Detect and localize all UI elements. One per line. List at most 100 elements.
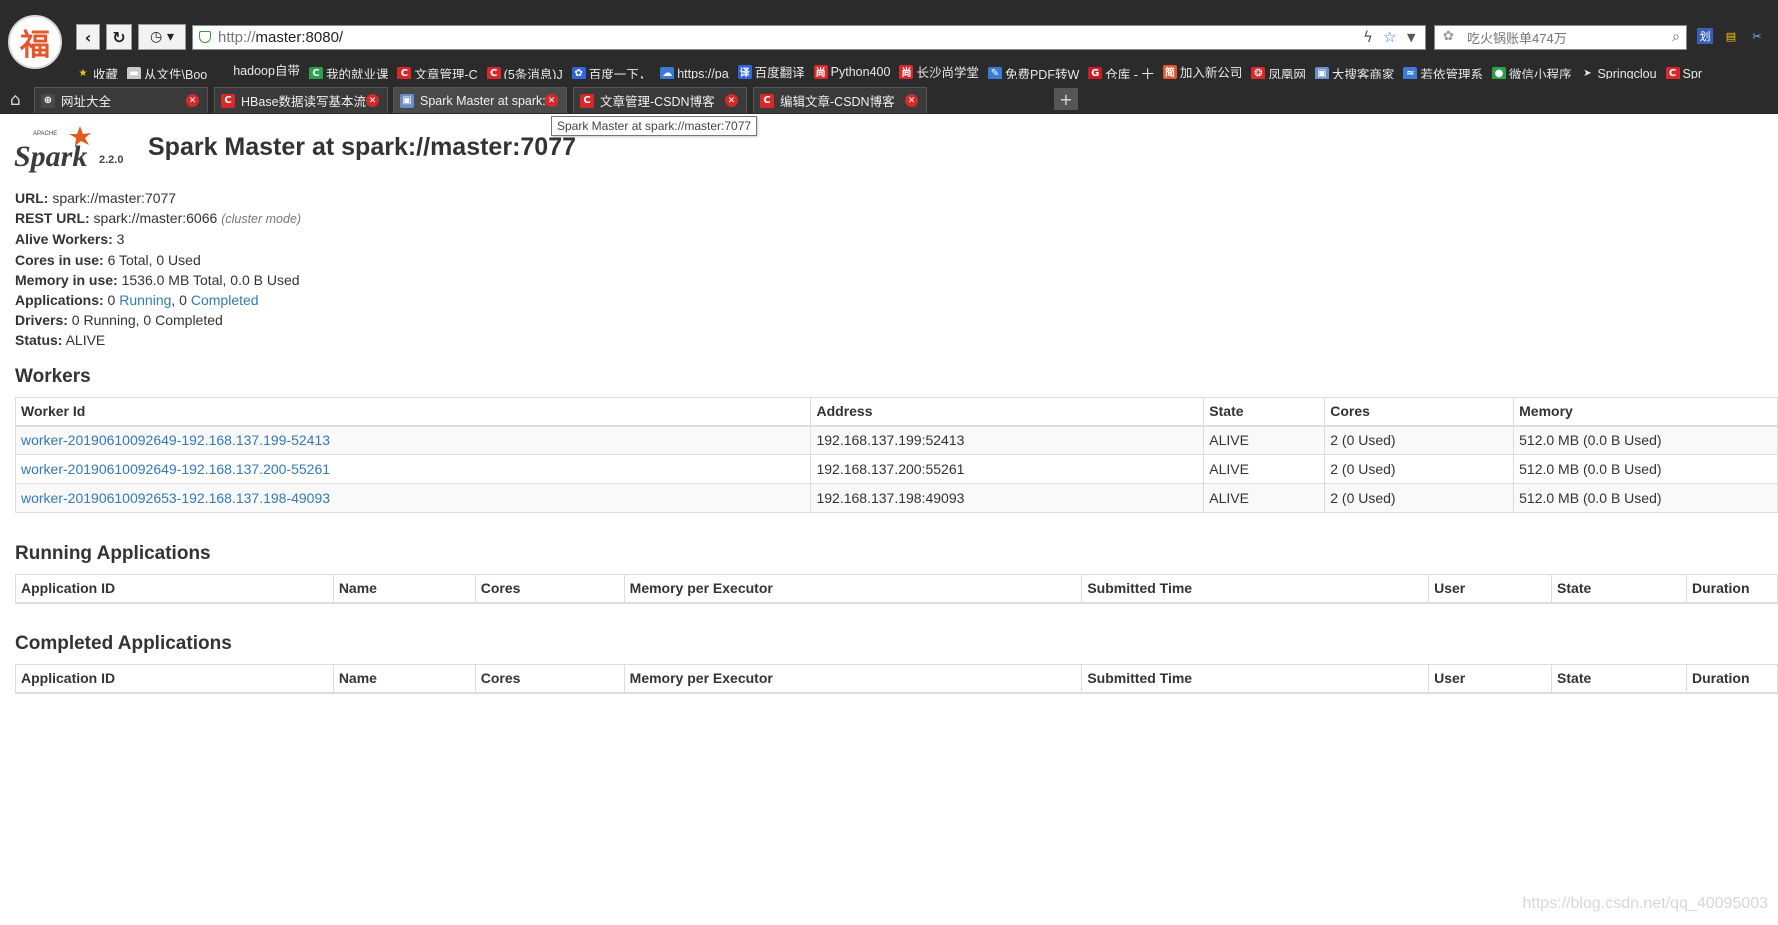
bookmark-item[interactable]: ▣ 大搜客商家 <box>1314 64 1395 79</box>
reload-button[interactable]: ↻ <box>106 24 132 50</box>
browser-tab[interactable]: ▣ Spark Master at spark://✕ <box>393 87 567 113</box>
column-header[interactable]: User <box>1428 664 1553 694</box>
workers-heading[interactable]: Workers <box>15 366 91 388</box>
bookmark-item[interactable]: ✿ 百度一下， <box>571 64 652 79</box>
close-tab-icon[interactable]: ✕ <box>545 94 558 107</box>
bookmark-item[interactable]: C Spr <box>1665 64 1702 79</box>
info-applications: Applications: 0 Running, 0 Completed <box>15 292 259 309</box>
gitee-icon: G <box>1088 66 1103 79</box>
column-header[interactable]: Cores <box>1324 397 1515 427</box>
column-header[interactable]: Application ID <box>15 574 334 604</box>
bookmark-item[interactable]: ≈ 若依管理系 <box>1403 64 1483 79</box>
bookmark-label: 百度一下， <box>588 68 652 79</box>
completed-link[interactable]: Completed <box>191 292 259 308</box>
bookmark-label: Python400 <box>830 64 891 79</box>
browser-tab[interactable]: C HBase数据读写基本流程 ✕ <box>214 87 388 113</box>
cursor-icon: ➤ <box>1583 68 1592 79</box>
bookmark-item[interactable]: ★ 收藏 <box>76 64 119 79</box>
frame-icon: ▣ <box>400 93 414 108</box>
history-button[interactable]: ◷ ▾ <box>138 24 186 50</box>
bookmark-item[interactable]: ☁ https://pa <box>660 64 729 79</box>
watermark: https://blog.csdn.net/qq_40095003 <box>1522 895 1768 912</box>
table-cell: worker-20190610092653-192.168.137.198-49… <box>14 483 812 513</box>
home-icon[interactable]: ⌂ <box>10 90 21 110</box>
worker-id-link[interactable]: worker-20190610092649-192.168.137.199-52… <box>21 432 330 448</box>
bookmark-label: 大搜客商家 <box>1331 68 1395 79</box>
column-header[interactable]: Address <box>810 397 1205 427</box>
column-header[interactable]: State <box>1203 397 1326 427</box>
bookmark-item[interactable]: ● 微信小程序 <box>1491 64 1571 79</box>
worker-id-link[interactable]: worker-20190610092653-192.168.137.198-49… <box>21 490 330 506</box>
bookmark-item[interactable]: C 文章管理-C <box>397 64 478 79</box>
tab-bar: ⌂ ⊕ 网址大全 ✕ C HBase数据读写基本流程 ✕ ▣ Spark Master at … <box>0 86 1778 114</box>
bookmark-item[interactable]: G 仓库 - 十 <box>1088 64 1154 79</box>
bookmark-item[interactable]: ✎ 免费PDF转W <box>987 64 1079 79</box>
bookmark-item[interactable]: ➤ Springclou <box>1580 64 1656 80</box>
bookmark-item[interactable]: C (5条消息)J <box>486 64 563 79</box>
bookmark-label: 凤凰网 <box>1268 68 1306 79</box>
tab-label: 编辑文章-CSDN博客 <box>780 95 895 109</box>
translate-icon[interactable]: 划 <box>1697 28 1713 44</box>
address-bar[interactable]: http://master:8080/ ϟ ☆ ▼ <box>192 25 1426 50</box>
column-header[interactable]: Application ID <box>15 664 334 694</box>
bookmark-item[interactable]: 简加入新公司 <box>1162 62 1242 79</box>
close-tab-icon[interactable]: ✕ <box>366 94 379 107</box>
browser-tab[interactable]: C 编辑文章-CSDN博客 ✕ <box>753 87 927 113</box>
bookmarks-bar: ★ 收藏 ▬ 从文件\Boo hadoop自带 C 我的就业课 C 文章管理-C C (5条消息)J… <box>76 59 1778 79</box>
column-header[interactable]: Submitted Time <box>1081 574 1430 604</box>
ruoyi-icon: ≈ <box>1403 66 1418 79</box>
dropdown-icon[interactable]: ▼ <box>1407 31 1415 44</box>
running-link[interactable]: Running <box>119 292 171 308</box>
completed-apps-heading[interactable]: Completed Applications <box>15 633 232 655</box>
spark-logo-text: Spark <box>14 140 87 173</box>
column-header[interactable]: Worker Id <box>14 397 812 427</box>
bookmark-label: 我的就业课 <box>325 68 389 79</box>
browser-tab[interactable]: ⊕ 网址大全 ✕ <box>34 87 208 113</box>
csdn-icon: C <box>1665 66 1680 79</box>
search-input[interactable] <box>1465 28 1659 48</box>
column-header[interactable]: Name <box>332 574 476 604</box>
new-tab-button[interactable]: + <box>1054 88 1078 110</box>
browser-tab[interactable]: C 文章管理-CSDN博客 ✕ <box>573 87 747 113</box>
column-header[interactable]: Memory <box>1513 397 1778 427</box>
column-header[interactable]: Name <box>332 664 476 694</box>
column-header[interactable]: Memory per Executor <box>623 664 1083 694</box>
jian-icon: 简 <box>1162 64 1177 79</box>
search-box[interactable]: ✿ ⌕ <box>1434 25 1687 50</box>
star-icon[interactable]: ☆ <box>1383 28 1396 46</box>
close-tab-icon[interactable]: ✕ <box>905 94 918 107</box>
info-alive-workers: Alive Workers: 3 <box>15 231 125 248</box>
back-button[interactable]: ‹ <box>76 24 100 50</box>
column-header[interactable]: Cores <box>474 574 625 604</box>
worker-id-link[interactable]: worker-20190610092649-192.168.137.200-55… <box>21 461 330 477</box>
lightning-icon[interactable]: ϟ <box>1363 28 1373 46</box>
bookmark-item[interactable]: hadoop自带 <box>216 59 300 79</box>
close-tab-icon[interactable]: ✕ <box>186 94 199 107</box>
bookmark-item[interactable]: ❂ 凤凰网 <box>1251 64 1306 79</box>
column-header[interactable]: Cores <box>474 664 625 694</box>
column-header[interactable]: Duration <box>1685 664 1778 694</box>
column-header[interactable]: Duration <box>1685 574 1778 604</box>
bookmark-manager-icon[interactable]: ▤ <box>1723 28 1739 44</box>
bookmark-label: 从文件\Boo <box>144 68 208 79</box>
column-header[interactable]: User <box>1428 574 1553 604</box>
bookmark-item[interactable]: C 我的就业课 <box>308 64 389 79</box>
running-apps-heading[interactable]: Running Applications <box>15 543 211 565</box>
tools-icon[interactable]: ✂ <box>1749 28 1765 44</box>
table-row: worker-20190610092649-192.168.137.199-52… <box>14 425 1778 455</box>
url-text[interactable]: http://master:8080/ <box>218 29 343 46</box>
column-header[interactable]: Submitted Time <box>1081 664 1430 694</box>
bookmark-item[interactable]: 译百度翻译 <box>737 62 805 79</box>
bookmark-label: 文章管理-C <box>414 68 478 79</box>
browser-logo[interactable]: 福 <box>8 15 62 69</box>
bookmark-item[interactable]: 尚长沙尚学堂 <box>899 62 979 79</box>
column-header[interactable]: State <box>1551 664 1687 694</box>
bookmark-item[interactable]: ▬ 从文件\Boo <box>127 64 208 79</box>
column-header[interactable]: Memory per Executor <box>623 574 1083 604</box>
table-cell: 512.0 MB (0.0 B Used) <box>1513 454 1778 484</box>
close-tab-icon[interactable]: ✕ <box>725 94 738 107</box>
bookmark-item[interactable]: 尚 Python400 <box>813 62 891 79</box>
column-header[interactable]: State <box>1551 574 1687 604</box>
info-drivers: Drivers: 0 Running, 0 Completed <box>15 312 223 329</box>
search-icon[interactable]: ⌕ <box>1672 29 1680 45</box>
